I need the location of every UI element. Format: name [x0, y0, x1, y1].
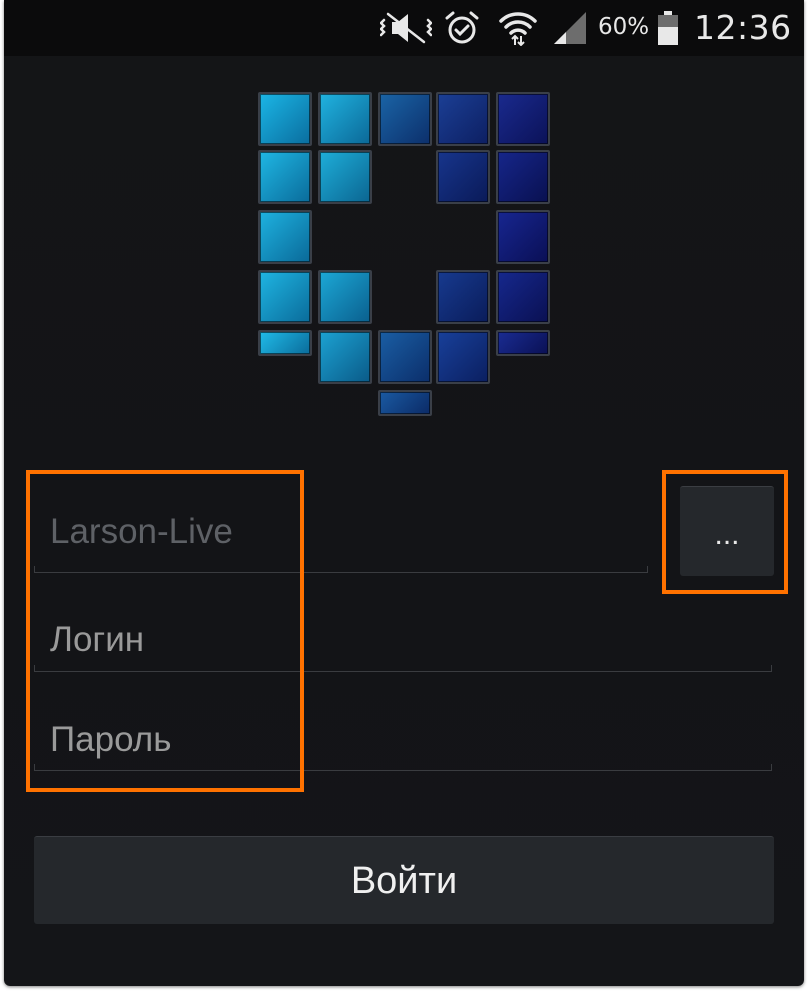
- wifi-icon: [499, 12, 537, 46]
- status-bar: 60% 12:36: [4, 0, 804, 56]
- battery-percent: 60%: [598, 14, 650, 40]
- alarm-icon: [445, 11, 479, 44]
- server-input-underline: [34, 566, 648, 573]
- battery-icon: [658, 11, 678, 45]
- logo-tile: [258, 270, 312, 324]
- login-button[interactable]: Войти: [34, 836, 774, 924]
- app-logo: [256, 92, 556, 422]
- server-picker-button[interactable]: ...: [680, 486, 774, 576]
- login-input-underline: [34, 665, 772, 672]
- logo-tile: [258, 330, 312, 356]
- password-input[interactable]: [50, 712, 760, 768]
- mute-vibrate-icon: [380, 12, 432, 44]
- logo-tile: [318, 150, 372, 204]
- logo-tile: [378, 92, 432, 146]
- logo-tile: [436, 92, 490, 146]
- logo-tile: [378, 330, 432, 384]
- logo-tile: [496, 92, 550, 146]
- logo-tile: [258, 210, 312, 264]
- logo-tile: [436, 330, 490, 384]
- clock: 12:36: [694, 8, 792, 47]
- logo-tile: [496, 270, 550, 324]
- server-input[interactable]: [50, 504, 640, 560]
- login-input[interactable]: [50, 612, 760, 668]
- signal-icon: [554, 12, 586, 44]
- logo-tile: [318, 330, 372, 384]
- logo-tile: [496, 330, 550, 356]
- logo-tile: [436, 270, 490, 324]
- password-input-underline: [34, 764, 772, 771]
- logo-tile: [318, 92, 372, 146]
- logo-tile: [318, 270, 372, 324]
- logo-tile: [258, 150, 312, 204]
- login-screen: 60% 12:36 Larson-Live ... Логин Войти: [4, 0, 804, 986]
- logo-tile: [258, 92, 312, 146]
- logo-tile: [496, 210, 550, 264]
- logo-tile: [436, 150, 490, 204]
- logo-tile: [496, 150, 550, 204]
- logo-tile: [378, 390, 432, 416]
